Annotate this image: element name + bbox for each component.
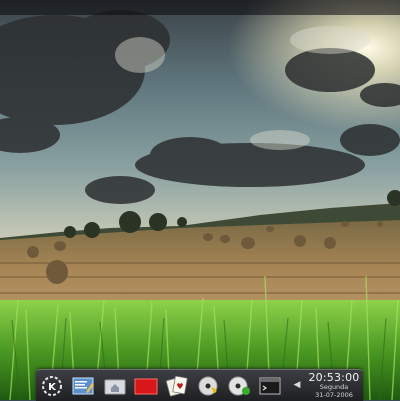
top-panel-strip (0, 0, 400, 15)
clock[interactable]: 20:53:00 Segunda 31-07-2006 (306, 371, 362, 401)
terminal-icon[interactable] (258, 375, 282, 397)
cd-audio-icon[interactable] (196, 375, 220, 397)
text-editor-icon[interactable] (71, 375, 95, 397)
taskbar: K ♥ ◀ 20:53:00 Segunda 31-07-2006 (36, 369, 363, 401)
red-app-icon[interactable] (134, 375, 158, 397)
home-folder-icon[interactable] (103, 375, 127, 397)
desktop-wallpaper (0, 0, 400, 400)
cards-game-icon[interactable]: ♥ (165, 375, 189, 397)
cd-burn-icon[interactable] (227, 375, 251, 397)
kde-menu-icon[interactable]: K (40, 375, 64, 397)
svg-text:♥: ♥ (176, 382, 183, 391)
svg-text:K: K (48, 382, 57, 393)
tray-expand-arrow[interactable]: ◀ (292, 376, 302, 394)
clock-date: 31-07-2006 (315, 390, 353, 399)
